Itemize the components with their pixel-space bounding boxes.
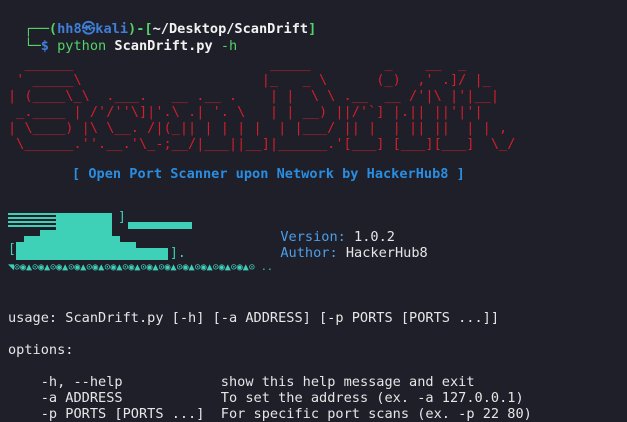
command-name: python [57, 38, 107, 54]
option-flag: -p PORTS [PORTS ...] [24, 406, 213, 422]
prompt-corner-bottom: └─ [24, 38, 41, 54]
command-line: └─$ python ScanDrift.py -h [8, 22, 237, 54]
command-script: ScanDrift.py [114, 38, 213, 54]
command-flag: -h [220, 38, 238, 54]
prompt-dollar: $ [40, 38, 58, 54]
logo-icon-strip: ◥⊙◉▲⊙◉▲⊙◉▲⊙◉▲⊙◉▲⊙◉▲⊙◉▲⊙◉▲⊙◉▲⊙◉▲⊙◉▲⊙◉▲⊙◉▲… [8, 262, 273, 273]
author-label: Author: [280, 245, 338, 261]
author-value: HackerHub8 [345, 245, 428, 261]
prompt-close: ] [308, 21, 317, 37]
usage-line: usage: ScanDrift.py [-h] [-a ADDRESS] [-… [8, 310, 500, 326]
tagline: [ Open Port Scanner upon Network by Hack… [72, 166, 465, 182]
options-header: options: [8, 342, 74, 358]
author-line: Author: HackerHub8 [264, 229, 428, 261]
option-row-ports: -p PORTS [PORTS ...] For specific port s… [8, 390, 532, 422]
ascii-banner: ______ _____ _ __ _ ' _____\ |_ _ \ (_) … [8, 56, 516, 152]
option-desc: For specific port scans (ex. -p 22 80) [212, 406, 532, 422]
